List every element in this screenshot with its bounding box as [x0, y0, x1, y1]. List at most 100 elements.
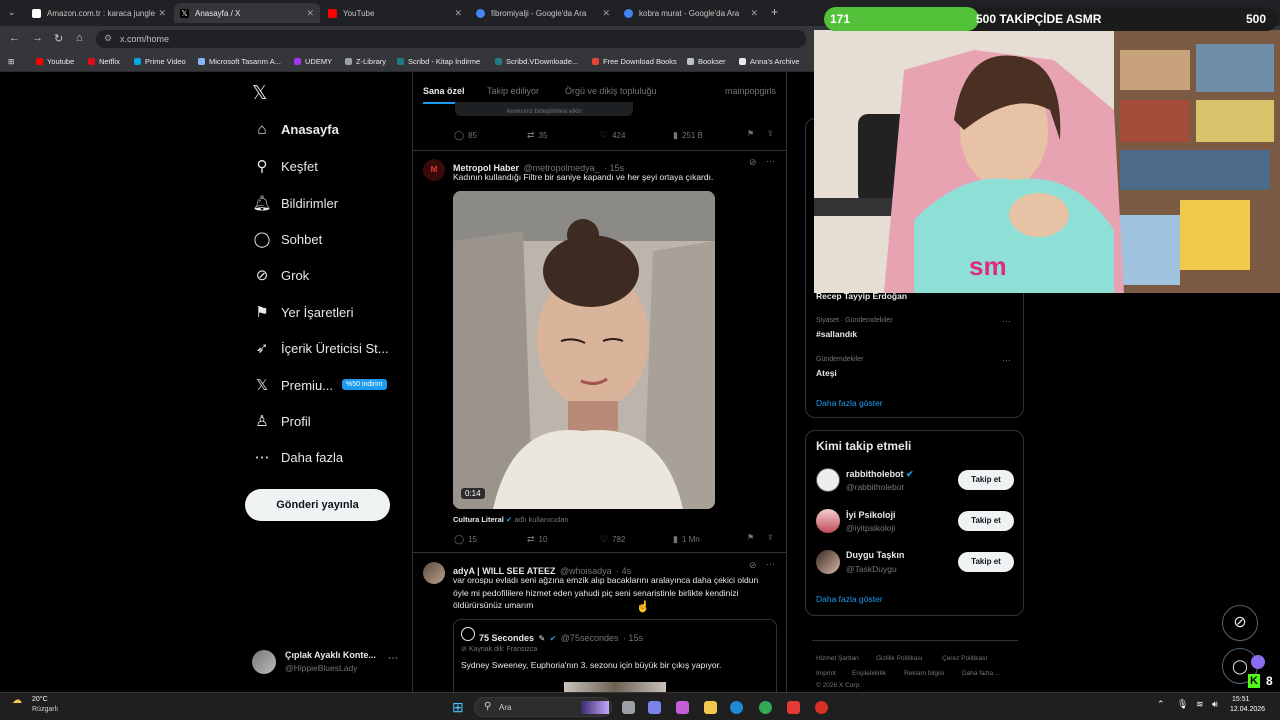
view-count[interactable]: ▮ 251 B [673, 130, 703, 141]
file-explorer-icon[interactable] [704, 701, 717, 714]
footer-link[interactable]: Daha fazla ... [962, 670, 1000, 677]
tweet-video[interactable]: 0:14 [453, 191, 715, 509]
nav-explore[interactable]: ⚲ Keşfet [252, 157, 318, 175]
footer-link[interactable]: Hizmet Şartları [816, 655, 859, 662]
bookmark-bookser[interactable]: Bookser [687, 57, 726, 66]
like-count[interactable]: ♡ 782 [600, 534, 625, 545]
browser-tab-kobra[interactable]: kobra murat - Google'da Ara ✕ [618, 3, 764, 23]
like-count[interactable]: ♡ 424 [600, 130, 625, 141]
url-input[interactable]: ⚙ x.com/home [96, 30, 806, 48]
post-button[interactable]: Gönderi yayınla [245, 489, 390, 521]
bookmark-scribd[interactable]: Scribd - Kitap İndirme [397, 57, 480, 66]
tab-mainpopgirls[interactable]: mainpopgirls [725, 86, 776, 96]
red-app-icon[interactable] [787, 701, 800, 714]
bookmark-icon[interactable]: ⚑ [747, 129, 754, 138]
suggestion-name[interactable]: İyi Psikoloji [846, 510, 896, 520]
grok-icon[interactable]: ⊘ [749, 560, 757, 571]
close-tab-icon[interactable]: ✕ [158, 8, 166, 19]
task-view-icon[interactable] [622, 701, 635, 714]
reply-count[interactable]: ◯ 15 [454, 534, 477, 545]
teams-icon[interactable] [648, 701, 661, 714]
repost-count[interactable]: ⇄ 35 [527, 130, 547, 141]
footer-link[interactable]: Erişilebilirlik [852, 670, 886, 677]
bookmark-icon[interactable]: ⚑ [747, 533, 754, 542]
x-logo-icon[interactable]: 𝕏 [252, 82, 267, 105]
bookmark-zlibrary[interactable]: Z-Library [345, 57, 386, 66]
show-more-suggestions-link[interactable]: Daha fazla göster [816, 594, 883, 604]
grok-icon[interactable]: ⊘ [749, 157, 757, 168]
more-icon[interactable]: ⋯ [1002, 355, 1011, 366]
browser-tab-youtube[interactable]: YouTube ✕ [322, 3, 468, 23]
quoted-tweet[interactable]: 75 Secondes ✎ ✔ @75secondes · 15s ⊘ Kayn… [453, 619, 777, 692]
copilot-icon[interactable] [676, 701, 689, 714]
close-tab-icon[interactable]: ✕ [454, 8, 462, 19]
bookmark-scribd-downloader[interactable]: Scribd.VDownloade... [495, 57, 578, 66]
reply-count[interactable]: ◯ 85 [454, 130, 477, 141]
browser-tab-fibromiyalji[interactable]: fibromiyalji - Google'da Ara ✕ [470, 3, 616, 23]
nav-grok[interactable]: ⊘ Grok [252, 266, 309, 284]
weather-icon[interactable]: ☁ [12, 695, 22, 706]
nav-creator-studio[interactable]: ➶ İçerik Üreticisi St... [252, 339, 389, 357]
clock-time[interactable]: 15:51 [1232, 696, 1250, 703]
edge-icon[interactable] [730, 701, 743, 714]
account-switcher[interactable]: Çıplak Ayaklı Konte... @HippieBluesLady … [252, 648, 412, 678]
windows-start-icon[interactable]: ⊞ [452, 699, 464, 716]
close-tab-icon[interactable]: ✕ [306, 8, 314, 19]
taskbar-search-input[interactable]: ⚲ Ara [474, 697, 612, 717]
nav-home[interactable]: ⌂ Anasayfa [252, 121, 338, 138]
nav-more[interactable]: ⋯ Daha fazla [252, 448, 344, 466]
close-tab-icon[interactable]: ✕ [750, 8, 758, 19]
trend-name[interactable]: #sallandık [816, 329, 857, 339]
tab-community-knitting[interactable]: Örgü ve dikiş topluluğu [565, 86, 657, 96]
follow-button[interactable]: Takip et [958, 470, 1014, 490]
new-tab-button[interactable]: + [771, 5, 778, 19]
close-tab-icon[interactable]: ✕ [602, 8, 610, 19]
bookmark-free-books[interactable]: Free Download Books [592, 57, 677, 66]
footer-link[interactable]: Imprint [816, 670, 836, 677]
bookmark-annas-archive[interactable]: Anna's Archive [739, 57, 799, 66]
apps-grid-icon[interactable]: ⊞ [8, 57, 14, 66]
tab-list-chevron-icon[interactable]: ⌄ [8, 7, 16, 18]
avatar[interactable] [816, 468, 840, 492]
footer-link[interactable]: Çerez Politikası [942, 655, 987, 662]
wifi-icon[interactable]: ≋ [1196, 699, 1204, 710]
show-more-trends-link[interactable]: Daha fazla göster [816, 398, 883, 408]
obs-icon[interactable] [815, 701, 828, 714]
reload-icon[interactable]: ↻ [54, 32, 63, 45]
microphone-icon[interactable]: 🎙︎ [1177, 699, 1188, 710]
browser-tab-x[interactable]: 𝕏 Anasayfa / X ✕ [174, 3, 320, 23]
avatar[interactable] [423, 562, 445, 584]
nav-bookmarks[interactable]: ⚑ Yer İşaretleri [252, 303, 353, 321]
browser-tab-amazon[interactable]: Amazon.com.tr : karaca jungle ✕ [26, 3, 172, 23]
bookmark-youtube[interactable]: Youtube [36, 57, 74, 66]
nav-notifications[interactable]: 🔔︎ Bildirimler [252, 194, 338, 212]
bookmark-prime-video[interactable]: Prime Video [134, 57, 186, 66]
nav-chat[interactable]: ◯ Sohbet [252, 230, 323, 248]
more-icon[interactable]: ⋯ [766, 156, 775, 167]
trend-name[interactable]: Ateşi [816, 368, 837, 378]
site-info-icon[interactable]: ⚙ [104, 33, 112, 44]
grok-float-button[interactable]: ⊘ [1222, 605, 1258, 641]
avatar[interactable] [816, 550, 840, 574]
bookmark-udemy[interactable]: UDEMY [294, 57, 332, 66]
avatar[interactable] [816, 509, 840, 533]
avatar[interactable]: M [423, 159, 445, 181]
chrome-icon[interactable] [759, 701, 772, 714]
back-arrow-icon[interactable]: ← [9, 32, 20, 44]
speaker-icon[interactable]: 🔊︎ [1212, 699, 1218, 710]
footer-link[interactable]: Gizlilik Politikası [876, 655, 923, 662]
share-icon[interactable]: ⇪ [767, 129, 774, 138]
suggestion-name[interactable]: Duygu Taşkın [846, 550, 904, 560]
tab-following[interactable]: Takip ediliyor [487, 86, 539, 96]
forward-arrow-icon[interactable]: → [32, 32, 43, 44]
more-icon[interactable]: ⋯ [1002, 316, 1011, 327]
nav-premium[interactable]: 𝕏 Premiu... [252, 376, 333, 394]
suggestion-name[interactable]: rabbitholebot ✔ [846, 469, 914, 480]
footer-link[interactable]: Reklam bilgisi [904, 670, 944, 677]
nav-profile[interactable]: ♙ Profil [252, 412, 310, 430]
more-icon[interactable]: ⋯ [766, 559, 775, 570]
view-count[interactable]: ▮ 1 Mn [673, 534, 700, 545]
bookmark-netflix[interactable]: Netflix [88, 57, 120, 66]
clock-date[interactable]: 12.04.2026 [1230, 706, 1265, 713]
tray-chevron-icon[interactable]: ⌃ [1157, 699, 1165, 710]
